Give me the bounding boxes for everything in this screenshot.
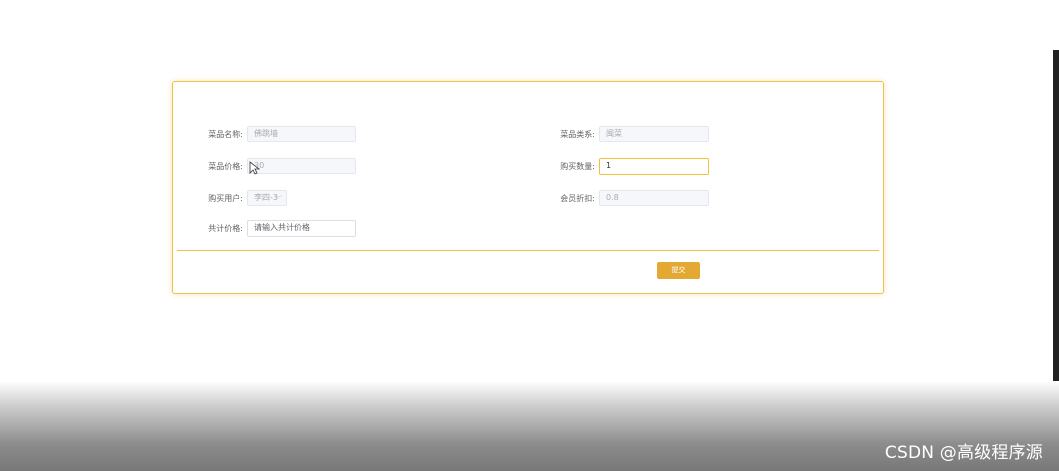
dish-name-field: 佛跳墙 [247, 126, 356, 142]
form-divider [177, 250, 879, 251]
chevron-down-icon: ﹀ [275, 195, 282, 203]
dish-price-field: 30 [247, 158, 356, 174]
dish-price-row: 菜品价格: 30 [177, 158, 356, 174]
dish-price-label: 菜品价格: [208, 161, 243, 171]
buyer-label: 购买用户: [208, 193, 243, 203]
total-price-input[interactable]: 请输入共计价格 [247, 220, 356, 237]
member-discount-field: 0.8 [599, 190, 709, 206]
total-price-row: 共计价格: 请输入共计价格 [177, 220, 356, 237]
dish-name-row: 菜品名称: 佛跳墙 [177, 126, 356, 142]
quantity-row: 购买数量: 1 [529, 158, 709, 175]
order-form-card: 菜品名称: 佛跳墙 菜品类系: 闽菜 菜品价格: 30 购买数量: 1 购买用户… [172, 81, 884, 294]
buyer-row: 购买用户: 李四-3 ﹀ [177, 190, 287, 206]
dish-name-label: 菜品名称: [208, 129, 243, 139]
dish-category-label: 菜品类系: [560, 129, 595, 139]
total-price-label: 共计价格: [208, 224, 243, 233]
submit-button[interactable]: 提交 [657, 262, 700, 279]
buyer-select[interactable]: 李四-3 ﹀ [247, 190, 287, 206]
watermark-text: CSDN @高级程序源 [884, 443, 1043, 463]
member-discount-row: 会员折扣: 0.8 [529, 190, 709, 206]
mouse-cursor-icon [249, 161, 261, 175]
quantity-input[interactable]: 1 [599, 158, 709, 175]
quantity-label: 购买数量: [560, 162, 595, 171]
dish-category-field: 闽菜 [599, 126, 709, 142]
dish-category-row: 菜品类系: 闽菜 [529, 126, 709, 142]
member-discount-label: 会员折扣: [560, 193, 595, 203]
